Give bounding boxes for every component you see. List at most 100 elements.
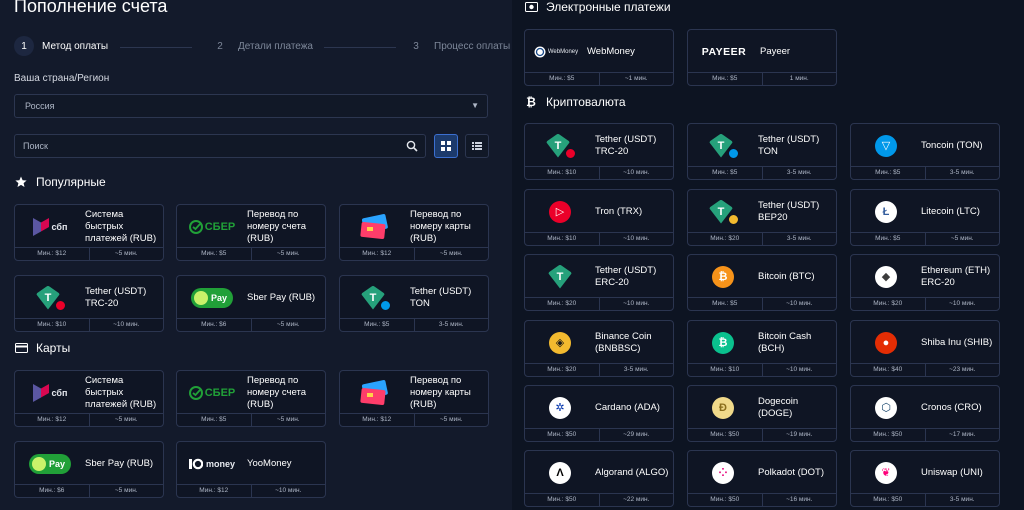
bitcoin-cash-logo: ₿ — [688, 321, 758, 364]
sbp-logo: сбп — [15, 205, 85, 248]
method-min: Мин.: $5 — [201, 416, 227, 423]
method-min: Мин.: $12 — [362, 250, 392, 257]
method-min: Мин.: $50 — [710, 431, 740, 438]
method-name: YooMoney — [247, 457, 292, 469]
crypto-card-uni[interactable]: ❦ Uniswap (UNI) Мин.: $50 3-5 мин. — [850, 450, 1000, 507]
method-name: Tether (USDT) TRC-20 — [85, 285, 147, 309]
litecoin-logo: Ł — [851, 190, 921, 233]
method-name: Binance Coin (BNBBSC) — [595, 330, 652, 354]
region-label: Ваша страна/Регион — [14, 73, 110, 84]
method-card-sberpay[interactable]: Pay Sber Pay (RUB) Мин.: $6 ~5 мин. — [14, 441, 164, 498]
list-view-button[interactable] — [465, 134, 489, 158]
tron-badge-icon — [55, 299, 66, 311]
crypto-card-usdt-erc20[interactable]: T Tether (USDT) ERC-20 Мин.: $20 ~10 мин. — [524, 254, 674, 311]
step-number: 2 — [217, 40, 223, 52]
method-min: Мин.: $10 — [710, 366, 740, 373]
method-min: Мин.: $5 — [712, 300, 738, 307]
method-name: Перевод по номеру счета (RUB) — [247, 208, 306, 244]
crypto-card-dot[interactable]: ⁘ Polkadot (DOT) Мин.: $50 ~16 мин. — [687, 450, 837, 507]
sber-logo: СБЕР — [177, 371, 247, 414]
crypto-card-usdt-ton[interactable]: T Tether (USDT) TON Мин.: $5 3-5 мин. — [687, 123, 837, 180]
crypto-card-ada[interactable]: ✲ Cardano (ADA) Мин.: $50 ~29 мин. — [524, 385, 674, 442]
crypto-card-btc[interactable]: ₿ Bitcoin (BTC) Мин.: $5 ~10 мин. — [687, 254, 837, 311]
crypto-card-cro[interactable]: ⬡ Cronos (CRO) Мин.: $50 ~17 мин. — [850, 385, 1000, 442]
region-select[interactable]: Россия ▼ — [14, 94, 488, 118]
step-1[interactable]: 1 Метод оплаты — [14, 36, 108, 56]
crypto-card-ton[interactable]: ▽ Toncoin (TON) Мин.: $5 3-5 мин. — [850, 123, 1000, 180]
toncoin-logo: ▽ — [851, 124, 921, 167]
method-min: Мин.: $12 — [37, 250, 67, 257]
method-time: ~5 мин. — [88, 485, 164, 497]
sberpay-logo: Pay — [177, 276, 247, 319]
credit-card-icon — [14, 343, 28, 353]
method-card-sbp[interactable]: сбп Система быстрых платежей (RUB) Мин.:… — [14, 204, 164, 261]
sber-logo: СБЕР — [177, 205, 247, 248]
crypto-card-shib[interactable]: ● Shiba Inu (SHIB) Мин.: $40 ~23 мин. — [850, 320, 1000, 377]
method-time: ~10 мин. — [598, 233, 674, 245]
tether-trc20-logo: T — [15, 276, 85, 319]
crypto-card-algo[interactable]: Λ Algorand (ALGO) Мин.: $50 ~22 мин. — [524, 450, 674, 507]
crypto-card-doge[interactable]: Ð Dogecoin (DOGE) Мин.: $50 ~19 мин. — [687, 385, 837, 442]
right-panel: Электронные платежи WebMoney WebMoney Ми… — [512, 0, 1024, 510]
sberpay-logo-text: Pay — [211, 292, 228, 303]
method-name: Bitcoin (BTC) — [758, 270, 815, 282]
search-icon[interactable] — [406, 140, 418, 154]
method-min: Мин.: $12 — [199, 487, 229, 494]
method-min: Мин.: $12 — [362, 416, 392, 423]
method-name: Litecoin (LTC) — [921, 205, 980, 217]
crypto-card-trx[interactable]: ▷ Tron (TRX) Мин.: $10 ~10 мин. — [524, 189, 674, 246]
sber-logo-text: СБЕР — [204, 386, 236, 399]
method-card-usdt-trc20[interactable]: T Tether (USDT) TRC-20 Мин.: $10 ~10 мин. — [14, 275, 164, 332]
method-min: Мин.: $50 — [547, 431, 577, 438]
crypto-card-eth[interactable]: ◆ Ethereum (ETH) ERC-20 Мин.: $20 ~10 мин… — [850, 254, 1000, 311]
method-card-sber-transfer[interactable]: СБЕР Перевод по номеру счета (RUB) Мин.:… — [176, 204, 326, 261]
bank-card-icon — [340, 205, 410, 248]
step-3[interactable]: 3 Процесс оплаты — [406, 36, 510, 56]
bitcoin-cash-icon: ₿ — [712, 331, 734, 354]
method-min: Мин.: $50 — [710, 496, 740, 503]
method-name: Cronos (CRO) — [921, 401, 982, 413]
yoomoney-logo-text: money — [205, 458, 235, 469]
method-min: Мин.: $20 — [547, 366, 577, 373]
method-card-usdt-ton[interactable]: T Tether (USDT) TON Мин.: $5 3-5 мин. — [339, 275, 489, 332]
webmoney-logo-text: WebMoney — [547, 48, 579, 55]
stepper: 1 Метод оплаты 2 Детали платежа 3 Процес… — [14, 36, 514, 58]
method-card-payeer[interactable]: PAYEER Payeer Мин.: $5 1 мин. — [687, 29, 837, 86]
method-time: ~5 мин. — [88, 414, 164, 426]
crypto-card-usdt-trc20[interactable]: T Tether (USDT) TRC-20 Мин.: $10 ~10 мин. — [524, 123, 674, 180]
method-time: ~10 мин. — [598, 167, 674, 179]
section-title: Карты — [36, 341, 71, 355]
method-card-sberpay[interactable]: Pay Sber Pay (RUB) Мин.: $6 ~5 мин. — [176, 275, 326, 332]
method-card-yoomoney[interactable]: money YooMoney Мин.: $12 ~10 мин. — [176, 441, 326, 498]
cronos-logo: ⬡ — [851, 386, 921, 429]
step-label: Метод оплаты — [42, 40, 109, 52]
method-time: 3-5 мин. — [761, 167, 837, 179]
step-divider — [120, 47, 192, 48]
method-card-webmoney[interactable]: WebMoney WebMoney Мин.: $5 ~1 мин. — [524, 29, 674, 86]
method-name: Cardano (ADA) — [595, 401, 660, 413]
method-card-sber-transfer[interactable]: СБЕР Перевод по номеру счета (RUB) Мин.:… — [176, 370, 326, 427]
method-time: 3-5 мин. — [924, 494, 1000, 506]
algorand-logo: Λ — [525, 451, 595, 494]
method-min: Мин.: $10 — [547, 235, 577, 242]
crypto-card-bch[interactable]: ₿ Bitcoin Cash (BCH) Мин.: $10 ~10 мин. — [687, 320, 837, 377]
method-card-card-transfer[interactable]: Перевод по номеру карты (RUB) Мин.: $12 ~… — [339, 370, 489, 427]
sberpay-logo: Pay — [15, 442, 85, 485]
method-name: Перевод по номеру карты (RUB) — [410, 208, 471, 244]
method-card-sbp[interactable]: сбп Система быстрых платежей (RUB) Мин.:… — [14, 370, 164, 427]
crypto-card-bnb[interactable]: ◈ Binance Coin (BNBBSC) Мин.: $20 3-5 мин… — [524, 320, 674, 377]
crypto-card-usdt-bep20[interactable]: T Tether (USDT) BEP20 Мин.: $20 3-5 мин. — [687, 189, 837, 246]
method-card-card-transfer[interactable]: Перевод по номеру карты (RUB) Мин.: $12 ~… — [339, 204, 489, 261]
tron-badge-icon — [565, 147, 576, 159]
cards-section-heading: Карты — [14, 341, 70, 355]
crypto-card-ltc[interactable]: Ł Litecoin (LTC) Мин.: $5 ~5 мин. — [850, 189, 1000, 246]
bnb-icon: ◈ — [549, 331, 571, 354]
grid-view-button[interactable] — [434, 134, 458, 158]
yoomoney-logo: money — [177, 442, 247, 485]
sbp-logo: сбп — [15, 371, 85, 414]
method-name: Перевод по номеру счета (RUB) — [247, 374, 306, 410]
method-min: Мин.: $5 — [549, 75, 575, 82]
tron-icon: ▷ — [549, 200, 571, 223]
search-input[interactable]: Поиск — [14, 134, 426, 158]
step-2[interactable]: 2 Детали платежа — [210, 36, 313, 56]
